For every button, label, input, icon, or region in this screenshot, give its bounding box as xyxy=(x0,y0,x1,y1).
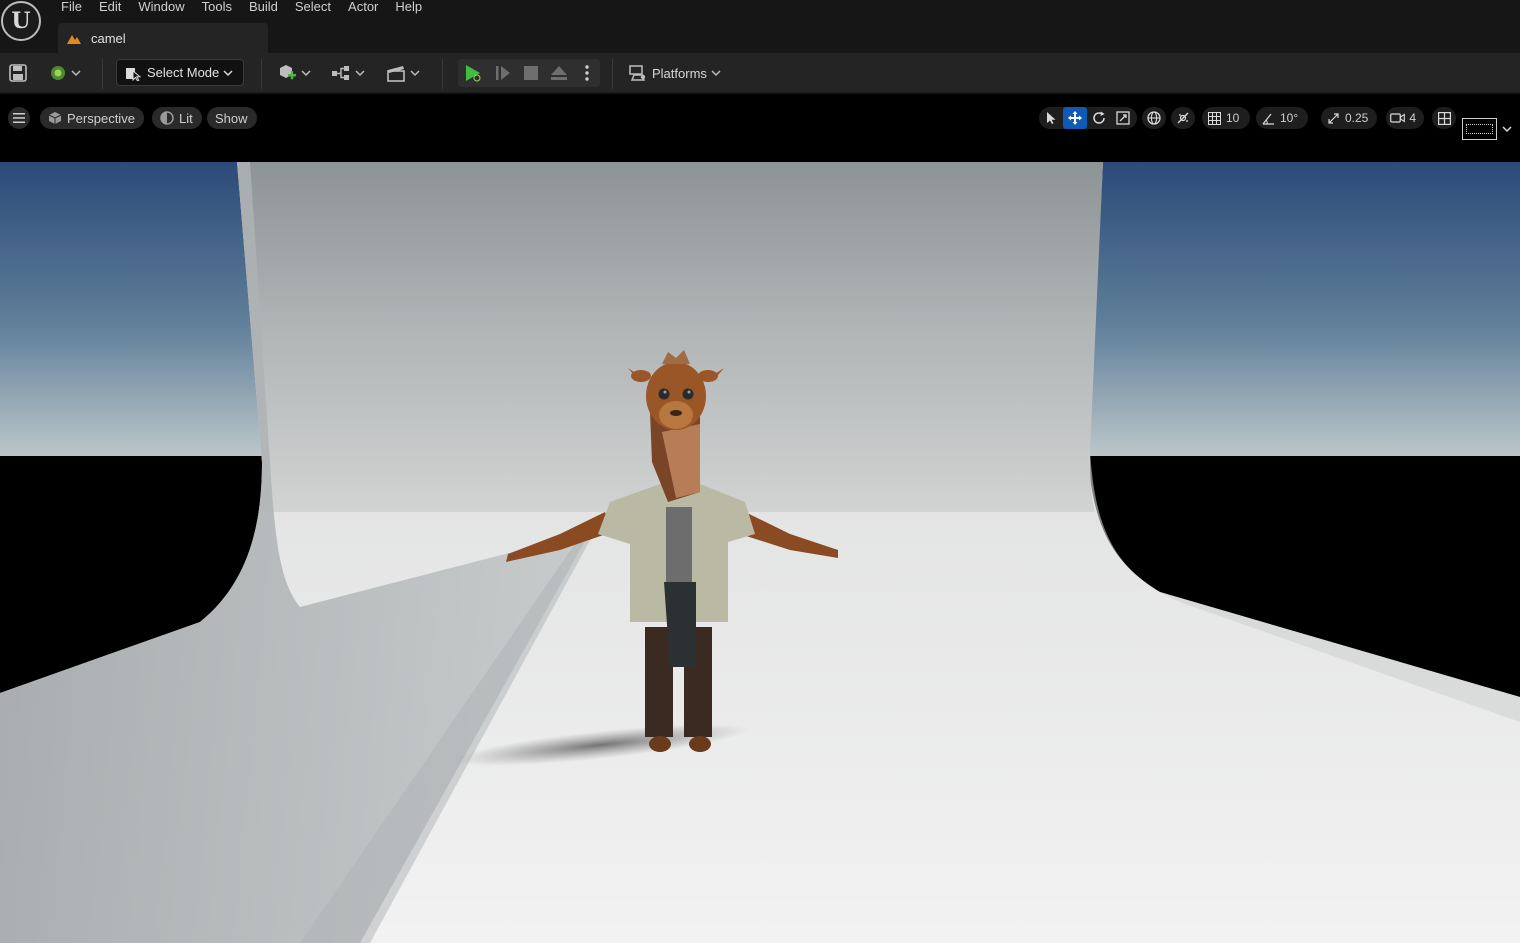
perspective-label: Perspective xyxy=(67,110,135,126)
rotation-snap-value: 10° xyxy=(1280,111,1299,125)
chevron-down-icon xyxy=(223,69,233,76)
chevron-down-icon xyxy=(71,70,81,77)
source-control-icon xyxy=(51,66,65,80)
blueprints-button[interactable] xyxy=(331,53,365,93)
eject-icon xyxy=(551,66,567,80)
select-tool-icon[interactable] xyxy=(1039,107,1063,129)
menu-edit[interactable]: Edit xyxy=(90,0,129,16)
transform-tools xyxy=(1039,107,1137,129)
stop-button[interactable] xyxy=(521,63,541,83)
menu-select[interactable]: Select xyxy=(286,0,339,16)
level-tab-title: camel xyxy=(91,30,126,46)
title-bar: U File Edit Window Tools Build Select Ac… xyxy=(0,0,1520,53)
add-actor-icon xyxy=(280,65,296,80)
cube-icon xyxy=(48,111,62,125)
level-tab[interactable]: camel xyxy=(58,23,268,53)
chevron-down-icon xyxy=(301,70,311,77)
add-actor-button[interactable] xyxy=(277,53,311,93)
menu-file[interactable]: File xyxy=(52,0,90,16)
viewport-options-button[interactable] xyxy=(8,107,30,129)
level-icon xyxy=(66,31,82,45)
globe-icon xyxy=(1142,107,1166,129)
viewport-toolbar: Perspective Lit Show 10 10° 0.25 4 xyxy=(0,94,1520,162)
select-mode-label: Select Mode xyxy=(147,65,220,80)
lit-sphere-icon xyxy=(160,111,174,125)
grid-snap-button[interactable]: 10 xyxy=(1202,107,1250,129)
grid-snap-value: 10 xyxy=(1226,111,1240,125)
scale-snap-button[interactable]: 0.25 xyxy=(1321,107,1377,129)
lit-button[interactable]: Lit xyxy=(152,107,202,129)
blueprint-icon xyxy=(332,66,349,80)
lit-label: Lit xyxy=(179,110,193,126)
grid-snap-icon xyxy=(1202,107,1226,129)
scale-tool-icon[interactable] xyxy=(1111,107,1135,129)
main-menu: File Edit Window Tools Build Select Acto… xyxy=(52,0,430,16)
more-vertical-icon xyxy=(585,65,589,81)
menu-window[interactable]: Window xyxy=(129,0,192,16)
menu-help[interactable]: Help xyxy=(386,0,430,16)
rotation-snap-button[interactable]: 10° xyxy=(1256,107,1308,129)
play-button[interactable] xyxy=(463,63,483,83)
camera-icon xyxy=(1386,107,1409,129)
show-label: Show xyxy=(215,110,248,126)
platforms-icon xyxy=(629,65,646,81)
scale-snap-icon xyxy=(1321,107,1345,129)
play-options-button[interactable] xyxy=(577,63,597,83)
chevron-down-icon[interactable] xyxy=(1502,124,1512,134)
menu-tools[interactable]: Tools xyxy=(193,0,240,16)
layout-grid-icon xyxy=(1432,107,1456,129)
menu-actor[interactable]: Actor xyxy=(339,0,386,16)
main-toolbar: Select Mode Platforms xyxy=(0,53,1520,93)
advance-frame-button[interactable] xyxy=(493,63,513,83)
cinematics-button[interactable] xyxy=(386,53,420,93)
angle-snap-icon xyxy=(1256,107,1280,129)
surface-snapping-toggle[interactable] xyxy=(1171,107,1195,129)
clapperboard-icon xyxy=(387,66,405,82)
viewport-layout-button[interactable] xyxy=(1432,107,1456,129)
eject-button[interactable] xyxy=(549,63,569,83)
platforms-label: Platforms xyxy=(652,65,707,81)
unreal-logo-icon[interactable]: U xyxy=(1,1,41,41)
show-button[interactable]: Show xyxy=(207,107,257,129)
play-icon xyxy=(466,65,481,82)
rotate-tool-icon[interactable] xyxy=(1087,107,1111,129)
frame-advance-icon xyxy=(496,66,510,80)
hamburger-icon xyxy=(13,113,25,123)
translate-tool-icon[interactable] xyxy=(1063,107,1087,129)
world-local-toggle[interactable] xyxy=(1142,107,1166,129)
select-mode-icon xyxy=(126,67,141,81)
camera-speed-button[interactable]: 4 xyxy=(1386,107,1424,129)
save-icon xyxy=(9,64,27,82)
surface-snap-icon xyxy=(1171,107,1195,129)
maximize-viewport-icon[interactable] xyxy=(1462,118,1497,140)
menu-build[interactable]: Build xyxy=(240,0,286,16)
chevron-down-icon xyxy=(711,70,721,77)
chevron-down-icon xyxy=(355,70,365,77)
stop-icon xyxy=(524,66,538,80)
scale-snap-value: 0.25 xyxy=(1345,111,1369,125)
platforms-dropdown[interactable]: Platforms xyxy=(628,59,721,87)
save-button[interactable] xyxy=(9,53,27,93)
play-controls xyxy=(458,59,600,87)
chevron-down-icon xyxy=(410,70,420,77)
select-mode-dropdown[interactable]: Select Mode xyxy=(116,59,244,86)
source-control-button[interactable] xyxy=(49,53,81,93)
level-viewport[interactable] xyxy=(0,162,1520,943)
perspective-button[interactable]: Perspective xyxy=(40,107,144,129)
camera-speed-value: 4 xyxy=(1409,111,1416,125)
